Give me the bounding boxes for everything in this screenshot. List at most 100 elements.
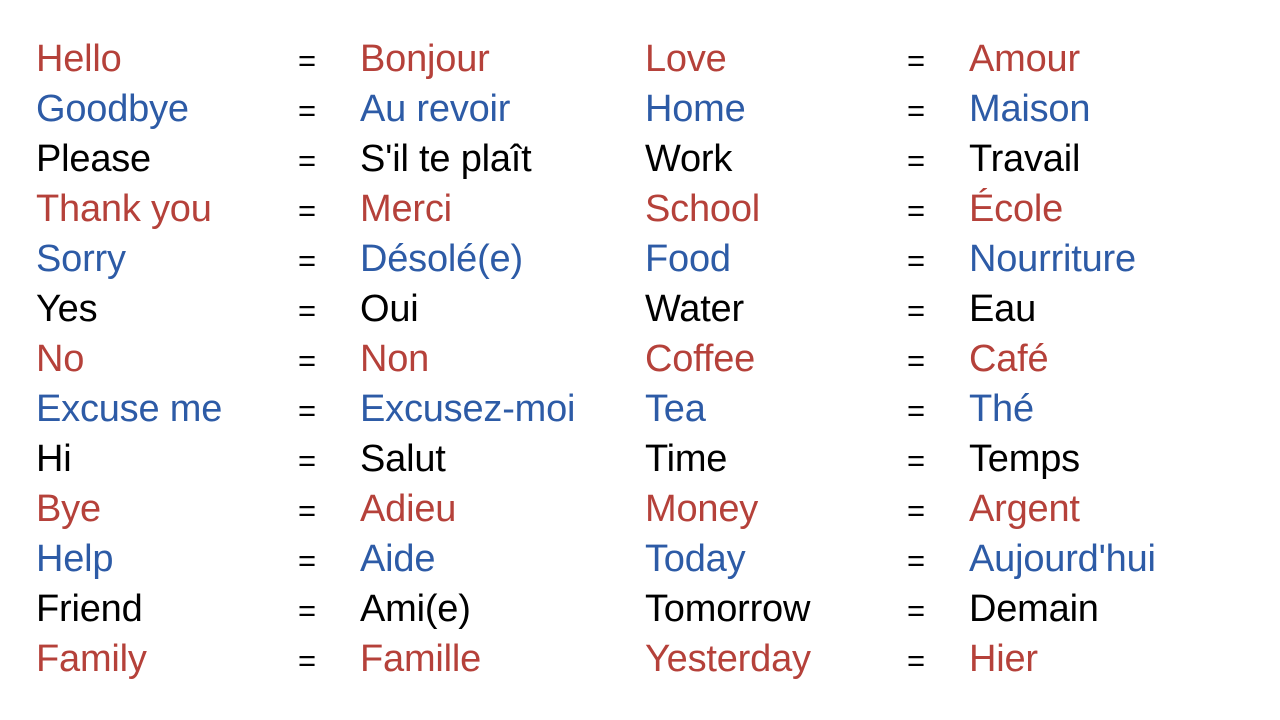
source-term: Home — [645, 88, 746, 130]
vocabulary-row: Tomorrow = Demain — [645, 584, 1245, 634]
equals-separator: = — [907, 643, 926, 678]
source-term: Yesterday — [645, 638, 811, 680]
source-term: Hi — [36, 438, 72, 480]
source-term: Coffee — [645, 338, 756, 380]
target-term: Amour — [969, 38, 1080, 80]
source-term: Thank you — [36, 188, 212, 230]
source-term: Work — [645, 138, 733, 180]
source-term: Yes — [36, 288, 98, 330]
vocabulary-column-left: Hello = Bonjour Goodbye = Au revoir Please = S'i… — [36, 34, 636, 684]
vocabulary-row: Family = Famille — [36, 634, 636, 684]
vocabulary-row: Coffee = Café — [645, 334, 1245, 384]
equals-separator: = — [907, 443, 926, 478]
equals-separator: = — [298, 543, 317, 578]
vocabulary-row: Food = Nourriture — [645, 234, 1245, 284]
source-term: School — [645, 188, 760, 230]
target-term: Travail — [969, 138, 1081, 180]
target-term: Argent — [969, 488, 1080, 530]
equals-separator: = — [298, 393, 317, 428]
target-term: Temps — [969, 438, 1080, 480]
equals-separator: = — [907, 193, 926, 228]
source-term: Sorry — [36, 238, 126, 280]
target-term: Oui — [360, 288, 419, 330]
target-term: Café — [969, 338, 1049, 380]
vocabulary-column-right: Love = Amour Home = Maison Work = Travail School =… — [645, 34, 1245, 684]
equals-separator: = — [907, 393, 926, 428]
source-term: Please — [36, 138, 151, 180]
target-term: Nourriture — [969, 238, 1136, 280]
target-term: École — [969, 188, 1064, 230]
target-term: Bonjour — [360, 38, 490, 80]
source-term: Tomorrow — [645, 588, 811, 630]
vocabulary-row: Hello = Bonjour — [36, 34, 636, 84]
target-term: Thé — [969, 388, 1034, 430]
target-term: Eau — [969, 288, 1037, 330]
vocabulary-row: Goodbye = Au revoir — [36, 84, 636, 134]
source-term: Excuse me — [36, 388, 223, 430]
target-term: Hier — [969, 638, 1038, 680]
vocabulary-row: Sorry = Désolé(e) — [36, 234, 636, 284]
source-term: Today — [645, 538, 746, 580]
vocabulary-row: Thank you = Merci — [36, 184, 636, 234]
vocabulary-row: Money = Argent — [645, 484, 1245, 534]
equals-separator: = — [907, 543, 926, 578]
source-term: Money — [645, 488, 759, 530]
source-term: Tea — [645, 388, 706, 430]
target-term: Non — [360, 338, 430, 380]
target-term: Aide — [360, 538, 436, 580]
source-term: Help — [36, 538, 114, 580]
target-term: Au revoir — [360, 88, 511, 130]
equals-separator: = — [907, 93, 926, 128]
target-term: Demain — [969, 588, 1099, 630]
target-term: Désolé(e) — [360, 238, 523, 280]
source-term: Time — [645, 438, 728, 480]
source-term: Friend — [36, 588, 143, 630]
vocabulary-row: Bye = Adieu — [36, 484, 636, 534]
equals-separator: = — [298, 143, 317, 178]
equals-separator: = — [907, 493, 926, 528]
equals-separator: = — [298, 643, 317, 678]
equals-separator: = — [298, 443, 317, 478]
vocabulary-row: Excuse me = Excusez-moi — [36, 384, 636, 434]
equals-separator: = — [907, 343, 926, 378]
vocabulary-row: Water = Eau — [645, 284, 1245, 334]
target-term: Maison — [969, 88, 1091, 130]
source-term: Hello — [36, 38, 122, 80]
vocabulary-row: Time = Temps — [645, 434, 1245, 484]
target-term: Ami(e) — [360, 588, 471, 630]
target-term: Famille — [360, 638, 482, 680]
equals-separator: = — [298, 493, 317, 528]
equals-separator: = — [907, 293, 926, 328]
equals-separator: = — [298, 243, 317, 278]
equals-separator: = — [298, 193, 317, 228]
equals-separator: = — [907, 143, 926, 178]
vocabulary-row: No = Non — [36, 334, 636, 384]
vocabulary-row: Work = Travail — [645, 134, 1245, 184]
vocabulary-row: Yesterday = Hier — [645, 634, 1245, 684]
vocabulary-row: Tea = Thé — [645, 384, 1245, 434]
vocabulary-row: Love = Amour — [645, 34, 1245, 84]
vocabulary-row: School = École — [645, 184, 1245, 234]
equals-separator: = — [298, 93, 317, 128]
equals-separator: = — [298, 43, 317, 78]
source-term: No — [36, 338, 85, 380]
vocabulary-row: Home = Maison — [645, 84, 1245, 134]
target-term: Merci — [360, 188, 452, 230]
equals-separator: = — [298, 343, 317, 378]
vocabulary-row: Today = Aujourd'hui — [645, 534, 1245, 584]
source-term: Goodbye — [36, 88, 189, 130]
target-term: Adieu — [360, 488, 457, 530]
vocabulary-row: Hi = Salut — [36, 434, 636, 484]
equals-separator: = — [298, 593, 317, 628]
vocabulary-row: Help = Aide — [36, 534, 636, 584]
target-term: Aujourd'hui — [969, 538, 1156, 580]
equals-separator: = — [907, 243, 926, 278]
target-term: S'il te plaît — [360, 138, 532, 180]
vocabulary-row: Yes = Oui — [36, 284, 636, 334]
vocabulary-row: Please = S'il te plaît — [36, 134, 636, 184]
equals-separator: = — [907, 43, 926, 78]
source-term: Bye — [36, 488, 101, 530]
equals-separator: = — [298, 293, 317, 328]
source-term: Love — [645, 38, 727, 80]
source-term: Family — [36, 638, 147, 680]
